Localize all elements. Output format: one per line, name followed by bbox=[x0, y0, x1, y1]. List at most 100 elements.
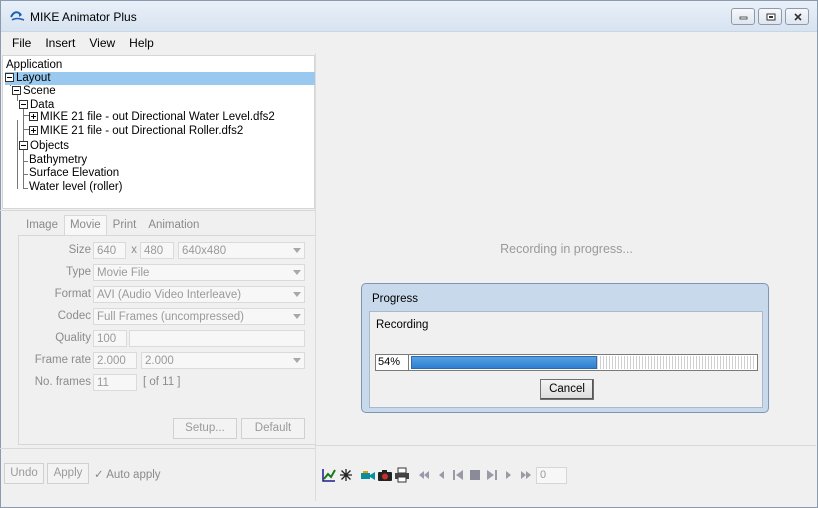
format-value: AVI (Audio Video Interleave) bbox=[97, 289, 242, 301]
playback-toolbar: 0 bbox=[321, 466, 567, 484]
x-label: x bbox=[131, 244, 137, 256]
frames-field[interactable]: 11 bbox=[93, 374, 137, 391]
frame-rate-preset-value: 2.000 bbox=[145, 355, 174, 367]
frame-number-field[interactable]: 0 bbox=[536, 466, 567, 484]
menu-bar: File Insert View Help bbox=[1, 32, 817, 54]
chevron-down-icon bbox=[293, 248, 301, 253]
tree-item-bathymetry[interactable]: Bathymetry bbox=[29, 154, 87, 167]
tree-label: MIKE 21 file - out Directional Roller.df… bbox=[40, 125, 244, 137]
setup-button[interactable]: Setup... bbox=[173, 418, 237, 439]
format-select[interactable]: AVI (Audio Video Interleave) bbox=[93, 286, 305, 303]
progress-dialog: Progress Recording 54% Cancel bbox=[361, 283, 769, 413]
app-logo-icon bbox=[10, 10, 26, 22]
expand-icon[interactable] bbox=[29, 112, 38, 121]
codec-value: Full Frames (uncompressed) bbox=[97, 311, 244, 323]
undo-button[interactable]: Undo bbox=[4, 463, 44, 484]
tree-label: Surface Elevation bbox=[29, 167, 120, 179]
codec-select[interactable]: Full Frames (uncompressed) bbox=[93, 308, 305, 325]
progress-fill bbox=[411, 356, 598, 369]
playback-bar: 0 bbox=[315, 445, 816, 501]
cancel-button[interactable]: Cancel bbox=[540, 379, 594, 400]
frame-rate-field[interactable]: 2.000 bbox=[93, 352, 137, 369]
tree-item-water-level[interactable]: Water level (roller) bbox=[29, 181, 123, 194]
play-icon[interactable] bbox=[501, 467, 517, 483]
recording-label: Recording bbox=[376, 319, 429, 331]
asterisk-icon[interactable] bbox=[338, 467, 354, 483]
title-bar: MIKE Animator Plus bbox=[1, 1, 817, 32]
chevron-down-icon bbox=[293, 270, 301, 275]
frame-rate-select[interactable]: 2.000 bbox=[141, 352, 305, 369]
tree-label: Water level (roller) bbox=[29, 181, 123, 193]
tree-item-application[interactable]: Application bbox=[6, 59, 62, 72]
layout-tree: Application Layout Scene Data MIKE 21 fi… bbox=[2, 55, 315, 209]
quality-slider[interactable] bbox=[129, 330, 305, 347]
camera-icon[interactable] bbox=[377, 467, 393, 483]
movie-tab-body: Size 640 x 480 640x480 Type Movie File F… bbox=[18, 235, 316, 445]
skip-start-icon[interactable] bbox=[450, 467, 466, 483]
tree-label: Application bbox=[6, 59, 63, 71]
tree-label: MIKE 21 file - out Directional Water Lev… bbox=[40, 111, 275, 123]
dialog-body: Recording 54% Cancel bbox=[369, 311, 763, 408]
tree-item-file-roller[interactable]: MIKE 21 file - out Directional Roller.df… bbox=[29, 125, 243, 138]
type-label: Type bbox=[66, 266, 91, 278]
chart-edit-icon[interactable] bbox=[321, 467, 337, 483]
tree-label: Layout bbox=[16, 72, 51, 84]
collapse-icon[interactable] bbox=[19, 141, 28, 150]
default-button[interactable]: Default bbox=[241, 418, 305, 439]
menu-file[interactable]: File bbox=[5, 36, 38, 50]
chevron-down-icon bbox=[293, 358, 301, 363]
rewind-icon[interactable] bbox=[416, 467, 432, 483]
tree-label: Objects bbox=[30, 140, 69, 152]
tree-item-layout[interactable]: Layout bbox=[5, 72, 315, 85]
stop-icon[interactable] bbox=[467, 467, 483, 483]
size-preset-select[interactable]: 640x480 bbox=[178, 242, 305, 259]
step-back-icon[interactable] bbox=[433, 467, 449, 483]
chevron-down-icon bbox=[293, 314, 301, 319]
tree-label: Scene bbox=[23, 85, 56, 97]
recording-status: Recording in progress... bbox=[500, 242, 633, 256]
auto-apply-checkbox[interactable]: ✓ Auto apply bbox=[94, 467, 161, 481]
type-select[interactable]: Movie File bbox=[93, 264, 305, 281]
tree-label: Data bbox=[30, 99, 55, 111]
collapse-icon[interactable] bbox=[19, 100, 28, 109]
maximize-button[interactable] bbox=[758, 8, 782, 25]
apply-button[interactable]: Apply bbox=[47, 463, 89, 484]
close-button[interactable] bbox=[785, 8, 809, 25]
size-preset-value: 640x480 bbox=[182, 245, 227, 257]
tree-label: Bathymetry bbox=[29, 154, 88, 166]
type-value: Movie File bbox=[97, 267, 150, 279]
apply-bar: Undo Apply ✓ Auto apply bbox=[0, 448, 315, 500]
quality-field[interactable]: 100 bbox=[93, 330, 127, 347]
expand-icon[interactable] bbox=[29, 126, 38, 135]
menu-insert[interactable]: Insert bbox=[38, 36, 82, 50]
tree-item-scene[interactable]: Scene bbox=[12, 85, 56, 98]
dialog-title: Progress bbox=[372, 293, 419, 305]
checkmark-icon: ✓ bbox=[94, 469, 104, 481]
tree-item-surface-elevation[interactable]: Surface Elevation bbox=[29, 167, 119, 180]
minimize-button[interactable] bbox=[731, 8, 755, 25]
tab-print[interactable]: Print bbox=[107, 215, 143, 235]
tree-item-objects[interactable]: Objects bbox=[19, 140, 69, 153]
tree-item-file-water-level[interactable]: MIKE 21 file - out Directional Water Lev… bbox=[29, 111, 275, 124]
skip-end-icon[interactable] bbox=[484, 467, 500, 483]
width-field[interactable]: 640 bbox=[93, 242, 126, 259]
progress-track bbox=[411, 356, 756, 369]
tab-strip: Image Movie Print Animation bbox=[20, 215, 205, 235]
frame-rate-label: Frame rate bbox=[34, 354, 91, 366]
collapse-icon[interactable] bbox=[12, 86, 21, 95]
tab-animation[interactable]: Animation bbox=[142, 215, 205, 235]
left-panel: Application Layout Scene Data MIKE 21 fi… bbox=[0, 53, 316, 501]
frames-total-label: [ of 11 ] bbox=[143, 376, 181, 388]
progress-percent: 54% bbox=[376, 355, 409, 370]
collapse-icon[interactable] bbox=[5, 73, 14, 82]
auto-apply-label: Auto apply bbox=[106, 469, 161, 481]
printer-icon[interactable] bbox=[394, 467, 410, 483]
quality-label: Quality bbox=[55, 332, 91, 344]
tab-image[interactable]: Image bbox=[20, 215, 64, 235]
video-camera-icon[interactable] bbox=[360, 467, 376, 483]
height-field[interactable]: 480 bbox=[140, 242, 174, 259]
menu-view[interactable]: View bbox=[82, 36, 122, 50]
menu-help[interactable]: Help bbox=[122, 36, 161, 50]
tab-movie[interactable]: Movie bbox=[63, 215, 107, 235]
fast-forward-icon[interactable] bbox=[518, 467, 534, 483]
